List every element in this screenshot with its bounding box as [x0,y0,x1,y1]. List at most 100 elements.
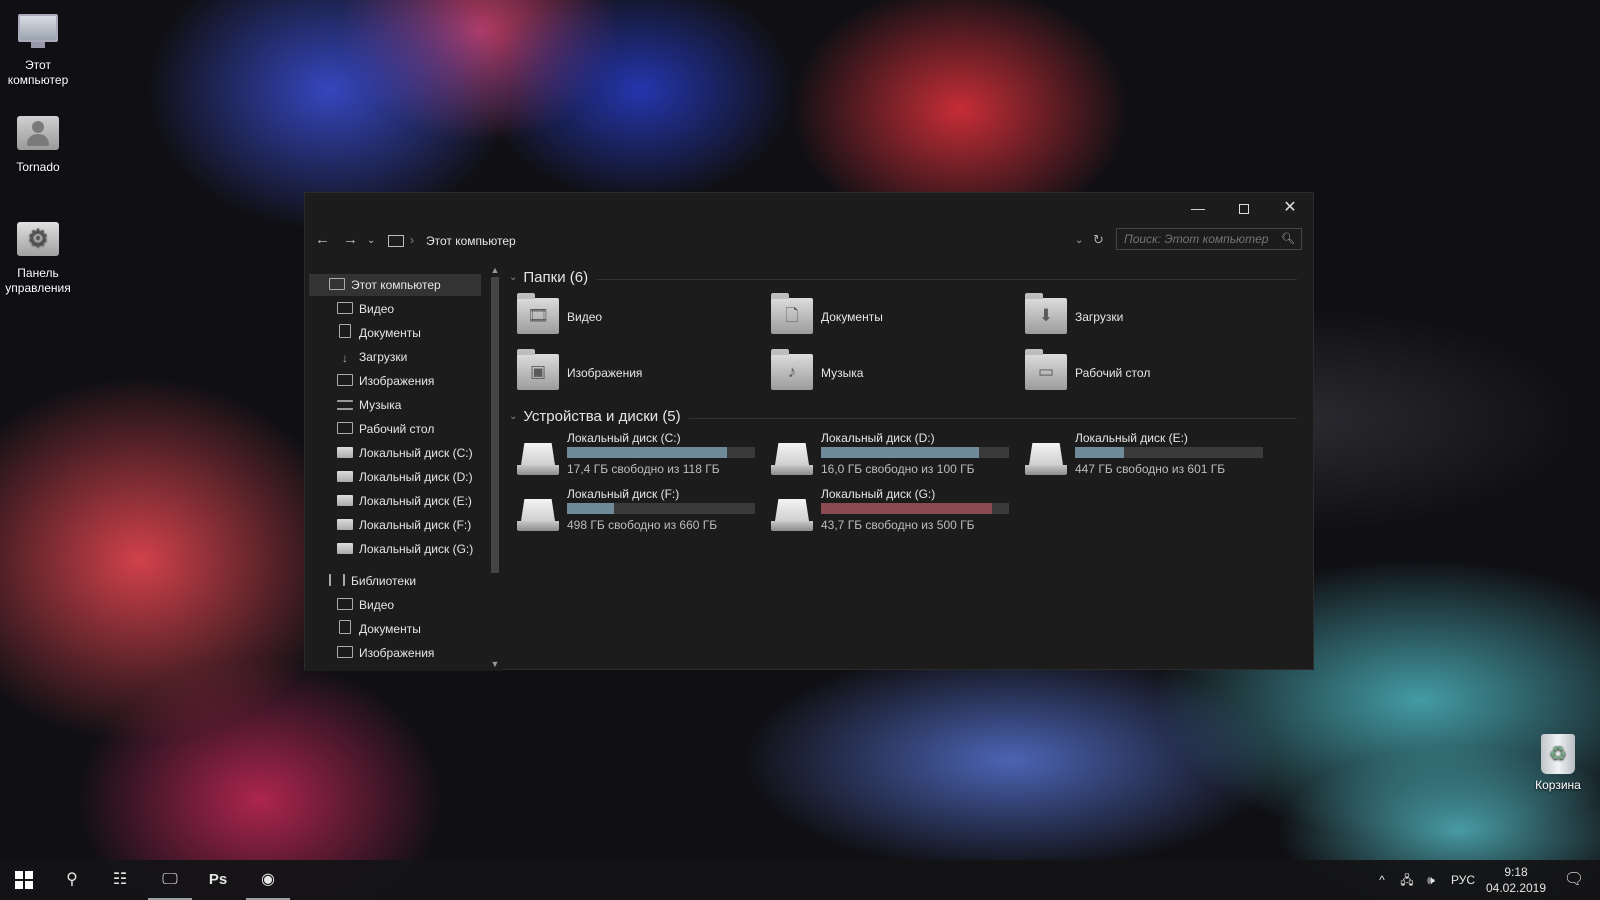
nav-item-label: Локальный диск (D:) [359,470,473,484]
nav-item-videos[interactable]: Видео [337,298,394,320]
minimize-button[interactable]: — [1175,193,1221,223]
desktop-icon-label: Панель управления [5,266,71,295]
library-icon [329,574,345,586]
recent-locations-chevron-icon[interactable]: ⌄ [367,235,375,246]
nav-scrollbar[interactable]: ▲ ▼ [489,263,501,671]
folder-label: Музыка [821,366,864,380]
folder-tile-documents[interactable]: 🗋︎ Документы [767,293,1007,343]
drive-tile-c[interactable]: Локальный диск (C:) 17,4 ГБ свободно из … [513,431,755,481]
group-divider [689,418,1297,419]
drive-name: Локальный диск (C:) [567,431,681,445]
folder-label: Загрузки [1075,310,1124,324]
nav-item-drive-d[interactable]: Локальный диск (D:) [337,466,473,488]
nav-item-label: Локальный диск (G:) [359,542,474,556]
document-icon [339,324,351,338]
maximize-icon [1239,204,1249,215]
folder-label: Видео [567,310,603,324]
video-folder-icon [337,302,353,314]
desktop-folder-icon: ▭ [1025,349,1067,390]
desktop-icon-this-pc[interactable]: Этот компьютер [0,14,76,88]
drive-icon [517,499,559,533]
folder-tile-videos[interactable]: 🎞︎ Видео [513,293,753,343]
drive-usage-fill [821,503,993,514]
refresh-icon[interactable]: ↻ [1093,232,1104,248]
scroll-up-arrow-icon[interactable]: ▲ [489,263,501,277]
nav-item-libraries[interactable]: Библиотеки [329,570,416,592]
desktop-icon-label: Этот компьютер [7,58,69,87]
nav-item-drive-g[interactable]: Локальный диск (G:) [337,538,473,560]
desktop-icon-tornado[interactable]: Tornado [0,112,76,175]
drive-usage-bar [567,447,755,458]
folder-label: Рабочий стол [1075,366,1151,380]
drive-tile-d[interactable]: Локальный диск (D:) 16,0 ГБ свободно из … [767,431,1009,481]
nav-item-library-videos[interactable]: Видео [337,594,394,616]
address-dropdown-chevron-icon[interactable]: ⌄ [1075,235,1083,246]
nav-item-desktop[interactable]: Рабочий стол [337,418,434,440]
title-bar[interactable]: — ✕ [305,193,1313,223]
breadcrumb-location[interactable]: Этот компьютер [426,234,516,248]
content-pane: ⌄ Папки (6) 🎞︎ Видео 🗋︎ Документы ⬇︎ Загр… [501,263,1313,671]
drive-icon [337,519,353,530]
drive-name: Локальный диск (F:) [567,487,680,501]
clock[interactable]: 9:18 04.02.2019 [1474,864,1558,896]
nav-item-drive-c[interactable]: Локальный диск (C:) [337,442,473,464]
nav-item-drive-f[interactable]: Локальный диск (F:) [337,514,471,536]
maximize-button[interactable] [1221,193,1267,223]
desktop-icon-control-panel[interactable]: ⚙ Панель управления [0,218,76,296]
nav-item-documents[interactable]: Документы [337,322,421,344]
back-arrow-icon[interactable]: ← [315,231,330,248]
drive-name: Локальный диск (G:) [821,487,936,501]
task-view-button[interactable]: ☷ [96,860,144,900]
drive-free-space: 447 ГБ свободно из 601 ГБ [1075,462,1226,476]
drive-name: Локальный диск (E:) [1075,431,1188,445]
volume-icon[interactable]: 🕪︎ [1420,860,1442,900]
collapse-chevron-icon: ⌄ [509,272,518,283]
document-icon [339,620,351,634]
chrome-app[interactable]: ◉ [244,860,292,900]
nav-item-label: Музыка [359,398,402,412]
explorer-app[interactable]: 🖵︎ [146,860,194,900]
drive-tile-g[interactable]: Локальный диск (G:) 43,7 ГБ свободно из … [767,487,1009,537]
drive-tile-e[interactable]: Локальный диск (E:) 447 ГБ свободно из 6… [1021,431,1263,481]
drive-free-space: 17,4 ГБ свободно из 118 ГБ [567,462,720,476]
nav-item-drive-e[interactable]: Локальный диск (E:) [337,490,472,512]
drives-group-header[interactable]: ⌄ Устройства и диски (5) [509,405,681,429]
nav-item-library-documents[interactable]: Документы [337,618,421,640]
photoshop-app[interactable]: Ps [194,860,242,900]
scroll-thumb[interactable] [491,277,499,573]
desktop-icon-recycle-bin[interactable]: ♻ Корзина [1520,734,1596,793]
nav-item-label: Документы [359,326,421,340]
scroll-down-arrow-icon[interactable]: ▼ [489,657,501,671]
drive-usage-fill [567,503,614,514]
tray-overflow-chevron-icon[interactable]: ^ [1372,860,1392,900]
search-icon[interactable]: 🔍︎ [1281,232,1295,245]
drive-usage-bar [821,447,1009,458]
folder-tile-pictures[interactable]: ▣ Изображения [513,349,753,399]
search-box[interactable]: 🔍︎ [1116,228,1302,250]
drive-tile-f[interactable]: Локальный диск (F:) 498 ГБ свободно из 6… [513,487,755,537]
forward-arrow-icon[interactable]: → [343,231,358,248]
start-button[interactable] [0,860,48,900]
nav-item-library-pictures[interactable]: Изображения [337,642,434,664]
search-input[interactable] [1117,229,1277,249]
nav-item-downloads[interactable]: ↓ Загрузки [337,346,407,368]
close-button[interactable]: ✕ [1267,193,1313,223]
search-button[interactable]: ⚲ [48,860,96,900]
nav-item-label: Изображения [359,374,435,388]
nav-item-label: Рабочий стол [359,422,435,436]
documents-folder-icon: 🗋︎ [771,293,813,334]
search-icon: ⚲ [66,871,78,888]
notifications-icon[interactable]: 🗨︎ [1556,860,1592,900]
folder-tile-downloads[interactable]: ⬇︎ Загрузки [1021,293,1261,343]
nav-item-pictures[interactable]: Изображения [337,370,434,392]
breadcrumb-separator-icon[interactable]: › [410,233,414,247]
folder-tile-desktop[interactable]: ▭ Рабочий стол [1021,349,1261,399]
folders-group-header[interactable]: ⌄ Папки (6) [509,266,588,290]
group-divider [597,279,1297,280]
drive-icon [771,499,813,533]
nav-item-music[interactable]: Музыка [337,394,401,416]
folder-tile-music[interactable]: ♪ Музыка [767,349,1007,399]
nav-item-this-pc[interactable]: Этот компьютер [309,274,481,296]
this-pc-icon [388,235,404,247]
network-icon[interactable]: 🖧︎ [1396,860,1418,900]
